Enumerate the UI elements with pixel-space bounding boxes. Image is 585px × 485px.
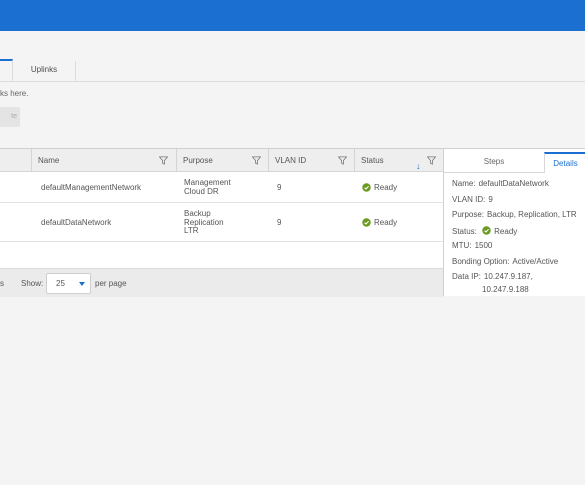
detail-label: Name: (452, 179, 476, 188)
detail-value: Active/Active (512, 257, 559, 266)
detail-value: defaultDataNetwork (478, 179, 549, 188)
per-page-label: per page (95, 279, 127, 288)
detail-value: Ready (494, 227, 518, 236)
column-label: Purpose (183, 156, 213, 165)
show-label: Show: (21, 279, 44, 288)
detail-status: Status: Ready (452, 226, 517, 236)
page-size-select[interactable]: 25 (46, 273, 91, 294)
filter-icon[interactable] (427, 156, 436, 165)
detail-label: Data IP: (452, 272, 481, 281)
column-label: Name (38, 156, 60, 165)
details-panel: Steps Details Name: defaultDataNetwork VL… (443, 148, 585, 296)
detail-value: 10.247.9.187, (483, 272, 533, 281)
network-purpose: Management Cloud DR (184, 178, 231, 196)
disabled-action-button[interactable]: te (0, 107, 20, 127)
detail-label: MTU: (452, 241, 472, 250)
network-name: defaultManagementNetwork (41, 183, 142, 192)
detail-label: Purpose: (452, 210, 485, 219)
detail-label: VLAN ID: (452, 195, 486, 204)
detail-purpose: Purpose: Backup, Replication, LTR (452, 210, 577, 219)
column-label: Status (361, 156, 384, 165)
page-size-value: 25 (56, 279, 65, 288)
detail-value: 1500 (474, 241, 493, 250)
detail-bonding: Bonding Option: Active/Active (452, 257, 558, 266)
network-name: defaultDataNetwork (41, 218, 112, 227)
purpose-line: LTR (184, 226, 199, 235)
purpose-line: Cloud DR (184, 186, 219, 196)
status-text: Ready (374, 218, 398, 227)
network-vlan: 9 (277, 218, 282, 227)
table-header: Name Purpose VLAN ID Status ↓ (0, 149, 443, 172)
detail-data-ip: Data IP: 10.247.9.187, (452, 272, 533, 281)
detail-label: Status: (452, 227, 477, 236)
column-header-vlan[interactable]: VLAN ID (268, 149, 354, 172)
tab-active[interactable] (0, 59, 13, 82)
table-footer: s Show: 25 per page (0, 268, 443, 297)
instruction-text: ks here. (0, 89, 29, 98)
detail-label: Bonding Option: (452, 257, 510, 266)
networks-table: Name Purpose VLAN ID Status ↓ defaultMan… (0, 148, 443, 297)
filter-icon[interactable] (159, 156, 168, 165)
filter-icon[interactable] (252, 156, 261, 165)
detail-value: Backup, Replication, LTR (487, 210, 577, 219)
column-header-status[interactable]: Status ↓ (354, 149, 443, 172)
column-header-name[interactable]: Name (31, 149, 176, 172)
top-banner (0, 0, 585, 31)
column-label: VLAN ID (275, 156, 307, 165)
check-circle-icon (362, 183, 371, 192)
check-circle-icon (482, 226, 491, 235)
detail-mtu: MTU: 1500 (452, 241, 492, 250)
detail-name: Name: defaultDataNetwork (452, 179, 549, 188)
item-count-suffix: s (0, 279, 4, 288)
chevron-down-icon (79, 282, 85, 286)
table-row[interactable]: defaultDataNetwork Backup Replication LT… (0, 203, 443, 242)
tab-steps[interactable]: Steps (444, 152, 544, 173)
detail-value: 10.247.9.188 (482, 285, 529, 294)
detail-vlan: VLAN ID: 9 (452, 195, 493, 204)
detail-data-ip-continued: 10.247.9.188 (482, 285, 529, 294)
tab-uplinks[interactable]: Uplinks (13, 61, 76, 82)
detail-value: 9 (488, 195, 493, 204)
status-text: Ready (374, 183, 398, 192)
table-row[interactable]: defaultManagementNetwork Management Clou… (0, 172, 443, 203)
column-header-purpose[interactable]: Purpose (176, 149, 268, 172)
filter-icon[interactable] (338, 156, 347, 165)
network-purpose: Backup Replication LTR (184, 209, 224, 236)
network-vlan: 9 (277, 183, 282, 192)
check-circle-icon (362, 218, 371, 227)
tab-details[interactable]: Details (544, 152, 585, 173)
tab-bar: Uplinks (0, 31, 585, 82)
